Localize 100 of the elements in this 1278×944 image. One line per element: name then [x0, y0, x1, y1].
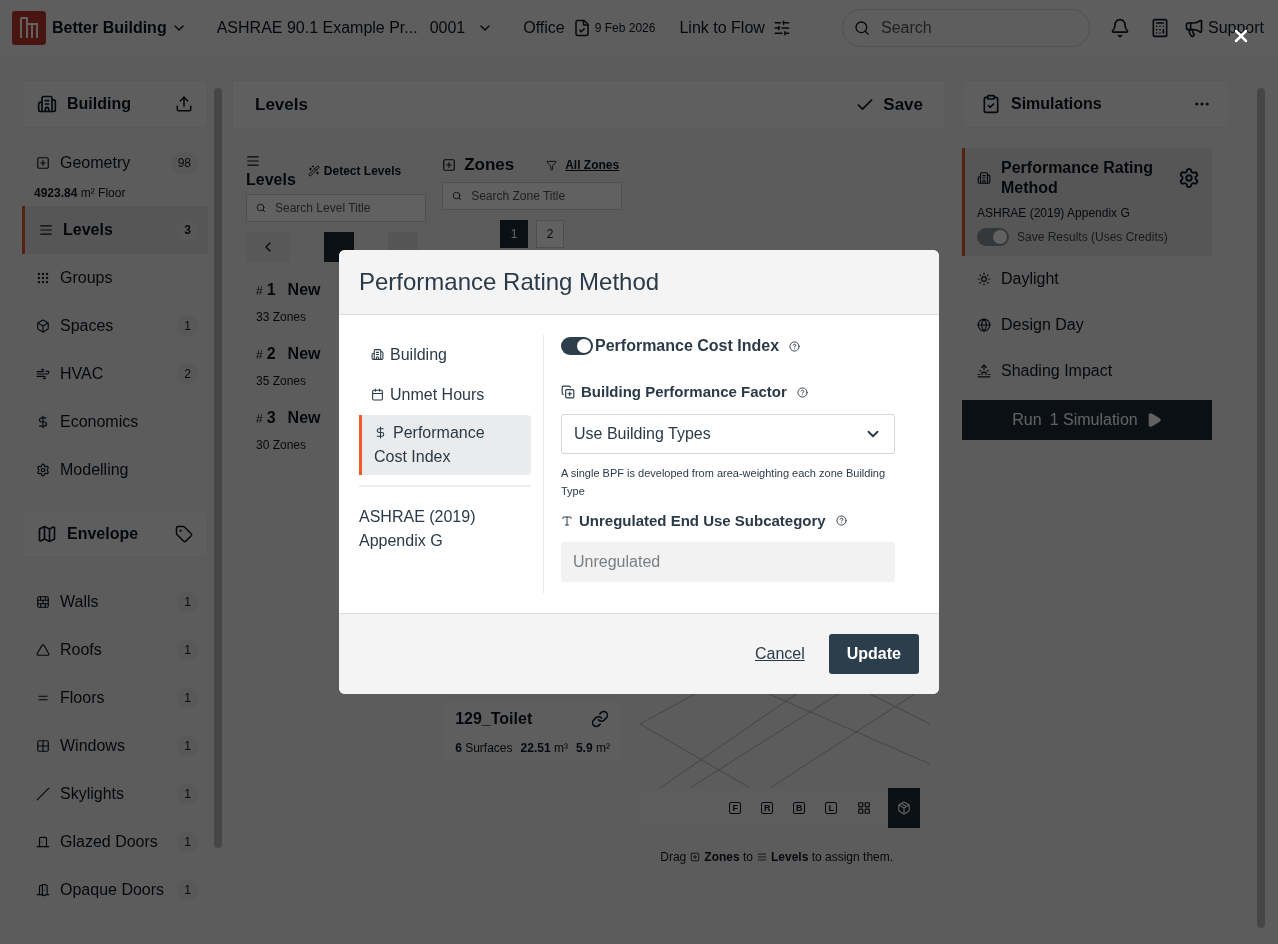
sidebar-item[interactable]: Levels 3	[22, 206, 208, 254]
modal-nav-item[interactable]: Performance Cost Index	[359, 415, 531, 475]
megaphone-icon	[1183, 18, 1204, 38]
document-check-icon	[572, 19, 591, 37]
help-icon[interactable]	[789, 340, 801, 352]
settings-icon[interactable]	[1178, 167, 1200, 189]
level-name: New	[287, 408, 321, 428]
level-number: # 3	[256, 408, 276, 428]
count-badge: 1	[177, 315, 198, 337]
sidebar-item[interactable]: Floors 1	[22, 674, 208, 722]
view-button[interactable]: L	[822, 792, 841, 824]
notifications-icon[interactable]	[1109, 18, 1130, 38]
all-zones-link[interactable]: All Zones	[565, 156, 620, 174]
view-button[interactable]: B	[790, 792, 809, 824]
building-performance-factor-select[interactable]: Use Building Types	[561, 413, 895, 454]
support-button[interactable]: Support	[1183, 16, 1264, 40]
update-button[interactable]: Update	[828, 634, 919, 674]
modal-title: Performance Rating Method	[359, 267, 660, 297]
sidebar-item[interactable]: Spaces 1	[22, 302, 208, 350]
modal-nav-item[interactable]: Building	[359, 335, 531, 375]
sidebar-item[interactable]: Opaque Doors 1	[22, 866, 208, 914]
hint-text: Drag	[660, 849, 687, 866]
sidebar-item[interactable]: Groups	[22, 254, 208, 302]
standard-text: ASHRAE (2019) Appendix G	[359, 507, 477, 551]
slash-icon	[36, 787, 50, 801]
panel-title: Simulations	[1011, 94, 1103, 114]
wind-icon	[36, 367, 50, 381]
count-badge: 1	[177, 879, 198, 901]
building-type: Office	[523, 18, 565, 38]
count-badge: 2	[177, 363, 198, 385]
simulation-item[interactable]: Design Day	[962, 302, 1212, 348]
level-number: # 2	[256, 344, 276, 364]
search-field[interactable]: Search	[841, 9, 1090, 47]
zone-area: 5.9 m²	[575, 739, 610, 757]
building-icon	[371, 347, 384, 361]
sidebar-item[interactable]: Skylights 1	[22, 770, 208, 818]
map-icon	[37, 524, 57, 544]
globe-icon	[977, 318, 991, 332]
lines-icon	[246, 154, 260, 168]
page-button[interactable]: 1	[500, 220, 529, 248]
page-button[interactable]: 2	[536, 220, 565, 248]
count-badge: 98	[170, 152, 198, 174]
zone-volume: 22.51 m³	[520, 740, 568, 757]
dots-grid-icon	[36, 271, 50, 285]
simulation-item[interactable]: Daylight	[962, 256, 1212, 302]
count-badge: 1	[177, 687, 198, 709]
sun-icon	[977, 272, 991, 286]
tag-icon[interactable]	[175, 525, 193, 543]
performance-cost-index-toggle[interactable]	[561, 337, 593, 355]
help-icon[interactable]	[835, 515, 847, 527]
logo-icon[interactable]	[12, 11, 46, 45]
field-label: Unregulated End Use Subcategory	[579, 510, 826, 531]
door-icon	[36, 883, 50, 897]
modal-nav-item[interactable]: Unmet Hours	[359, 375, 531, 415]
sunrise-icon	[977, 364, 991, 378]
count-badge: 1	[177, 639, 198, 661]
search-icon	[853, 20, 870, 36]
dollar-icon	[36, 415, 50, 429]
cube-icon	[36, 319, 50, 333]
sidebar-item[interactable]: Glazed Doors 1	[22, 818, 208, 866]
sidebar-item[interactable]: Roofs 1	[22, 626, 208, 674]
sidebar-item[interactable]: Windows 1	[22, 722, 208, 770]
3d-view-button[interactable]	[888, 788, 921, 828]
run-simulation-button[interactable]: Run 1 Simulation	[962, 400, 1212, 440]
level-number: # 1	[256, 280, 276, 300]
cancel-link[interactable]: Cancel	[754, 642, 805, 666]
upload-icon[interactable]	[175, 95, 193, 113]
previous-page-button[interactable]	[246, 232, 290, 262]
dollar-icon	[374, 425, 387, 439]
simulation-item[interactable]: Shading Impact	[962, 348, 1212, 394]
sidebar-item[interactable]: Economics	[22, 398, 208, 446]
save-results-toggle[interactable]	[977, 228, 1009, 246]
count-badge: 1	[177, 735, 198, 757]
section-title: Building	[67, 94, 132, 114]
link-to-flow-button[interactable]: Link to Flow	[679, 16, 791, 40]
window-grid-icon	[36, 739, 50, 753]
sidebar-item[interactable]: HVAC 2	[22, 350, 208, 398]
detect-levels-button[interactable]: Detect Levels	[307, 162, 402, 180]
simulation-card[interactable]: Performance Rating Method ASHRAE (2019) Appendix G Save Results (Uses Credits)	[962, 148, 1212, 256]
column-title: Zones	[464, 154, 515, 177]
view-button[interactable]: F	[726, 792, 745, 824]
project-menu[interactable]: ASHRAE 90.1 Example Pr... 0001	[216, 16, 494, 40]
help-icon[interactable]	[796, 386, 808, 398]
floor-area-text: 4923.84 m² Floor	[34, 185, 127, 202]
lines-icon	[757, 852, 767, 862]
search-field[interactable]: Search Level Title	[246, 194, 427, 222]
search-field[interactable]: Search Zone Title	[442, 182, 623, 210]
standard-text: ASHRAE (2019) Appendix G	[977, 205, 1131, 222]
view-button[interactable]: R	[758, 792, 777, 824]
hint-text: Zones to	[704, 849, 753, 866]
sidebar-item[interactable]: Geometry 98 4923.84 m² Floor	[22, 148, 208, 206]
app-menu[interactable]: Better Building	[52, 16, 187, 40]
sidebar-item[interactable]: Modelling	[22, 446, 208, 494]
count-badge: 1	[177, 591, 198, 613]
sidebar-item[interactable]: Walls 1	[22, 578, 208, 626]
link-icon[interactable]	[591, 710, 610, 728]
toggle-label: Save Results (Uses Credits)	[1017, 229, 1168, 246]
calendar-icon	[371, 387, 384, 401]
save-button[interactable]: Save	[855, 92, 923, 118]
count-badge: 1	[177, 783, 198, 805]
